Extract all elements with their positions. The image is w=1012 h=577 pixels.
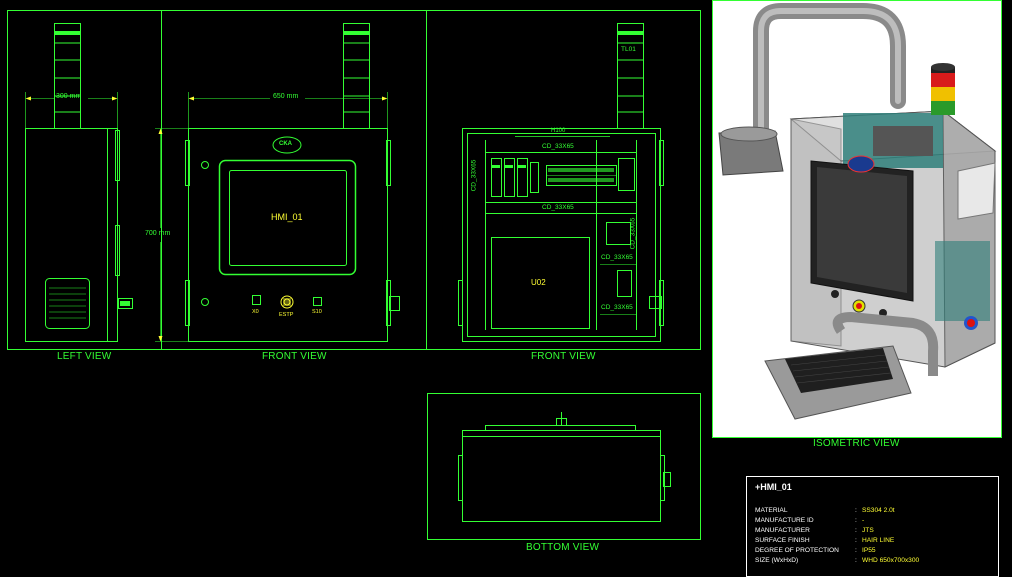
front-view-label: FRONT VIEW: [262, 351, 327, 362]
spec-label: DEGREE OF PROTECTION: [755, 547, 839, 554]
spec-value: SS304 2.0t: [862, 507, 895, 514]
spec-sep: :: [855, 507, 857, 514]
tower-label: TL01: [621, 46, 636, 53]
spec-label: SURFACE FINISH: [755, 537, 810, 544]
dim-depth: 300 mm: [56, 93, 82, 100]
spec-table: +HMI_01 MATERIAL : SS304 2.0t MANUFACTUR…: [746, 476, 999, 577]
spec-value: JTS: [862, 527, 874, 534]
duct-label-top: CD_33X65: [542, 143, 574, 150]
button-label-2: ESTP: [279, 312, 294, 318]
duct-label-mid: CD_33X65: [542, 204, 574, 211]
left-view: [25, 23, 133, 342]
spec-title: +HMI_01: [755, 482, 792, 492]
rail-label: H100: [551, 128, 566, 134]
spec-value: IP55: [862, 547, 876, 554]
dim-width: 650 mm: [273, 93, 299, 100]
front-inner-view-label: FRONT VIEW: [531, 351, 596, 362]
spec-sep: :: [855, 557, 857, 564]
duct-label-r2: CD_33X65: [601, 304, 633, 311]
cad-drawing: [7, 10, 701, 540]
isometric-view: [712, 0, 1002, 438]
isometric-render: [718, 3, 997, 420]
duct-label-r1: CD_33X65: [601, 254, 633, 261]
bottom-frame: [427, 393, 701, 540]
left-view-label: LEFT VIEW: [57, 351, 112, 362]
dim-height: 700 mm: [145, 230, 171, 237]
unit-label: U02: [531, 278, 546, 287]
hmi-label: HMI_01: [271, 212, 303, 222]
button-label-1: X0: [252, 309, 259, 315]
spec-value: HAIR LINE: [862, 537, 895, 544]
bottom-view-label: BOTTOM VIEW: [526, 542, 600, 553]
duct-label-right: CD_33X65: [629, 217, 637, 250]
spec-value: -: [862, 517, 865, 524]
front-inner-view: [458, 23, 664, 342]
duct-label-left: CD_33X65: [470, 159, 478, 192]
button-label-3: S10: [312, 309, 322, 315]
spec-sep: :: [855, 547, 857, 554]
spec-label: MATERIAL: [755, 507, 788, 514]
spec-label: MANUFACTURE ID: [755, 517, 814, 524]
spec-sep: :: [855, 517, 857, 524]
spec-label: SIZE (WxHxD): [755, 557, 799, 564]
spec-sep: :: [855, 537, 857, 544]
logo: CKA: [279, 141, 292, 147]
spec-sep: :: [855, 527, 857, 534]
spec-value: WHD 650x700x300: [862, 557, 920, 564]
front-view: [155, 23, 400, 342]
isometric-view-label: ISOMETRIC VIEW: [813, 438, 900, 449]
spec-label: MANUFACTURER: [755, 527, 810, 534]
bottom-view: [458, 412, 671, 522]
